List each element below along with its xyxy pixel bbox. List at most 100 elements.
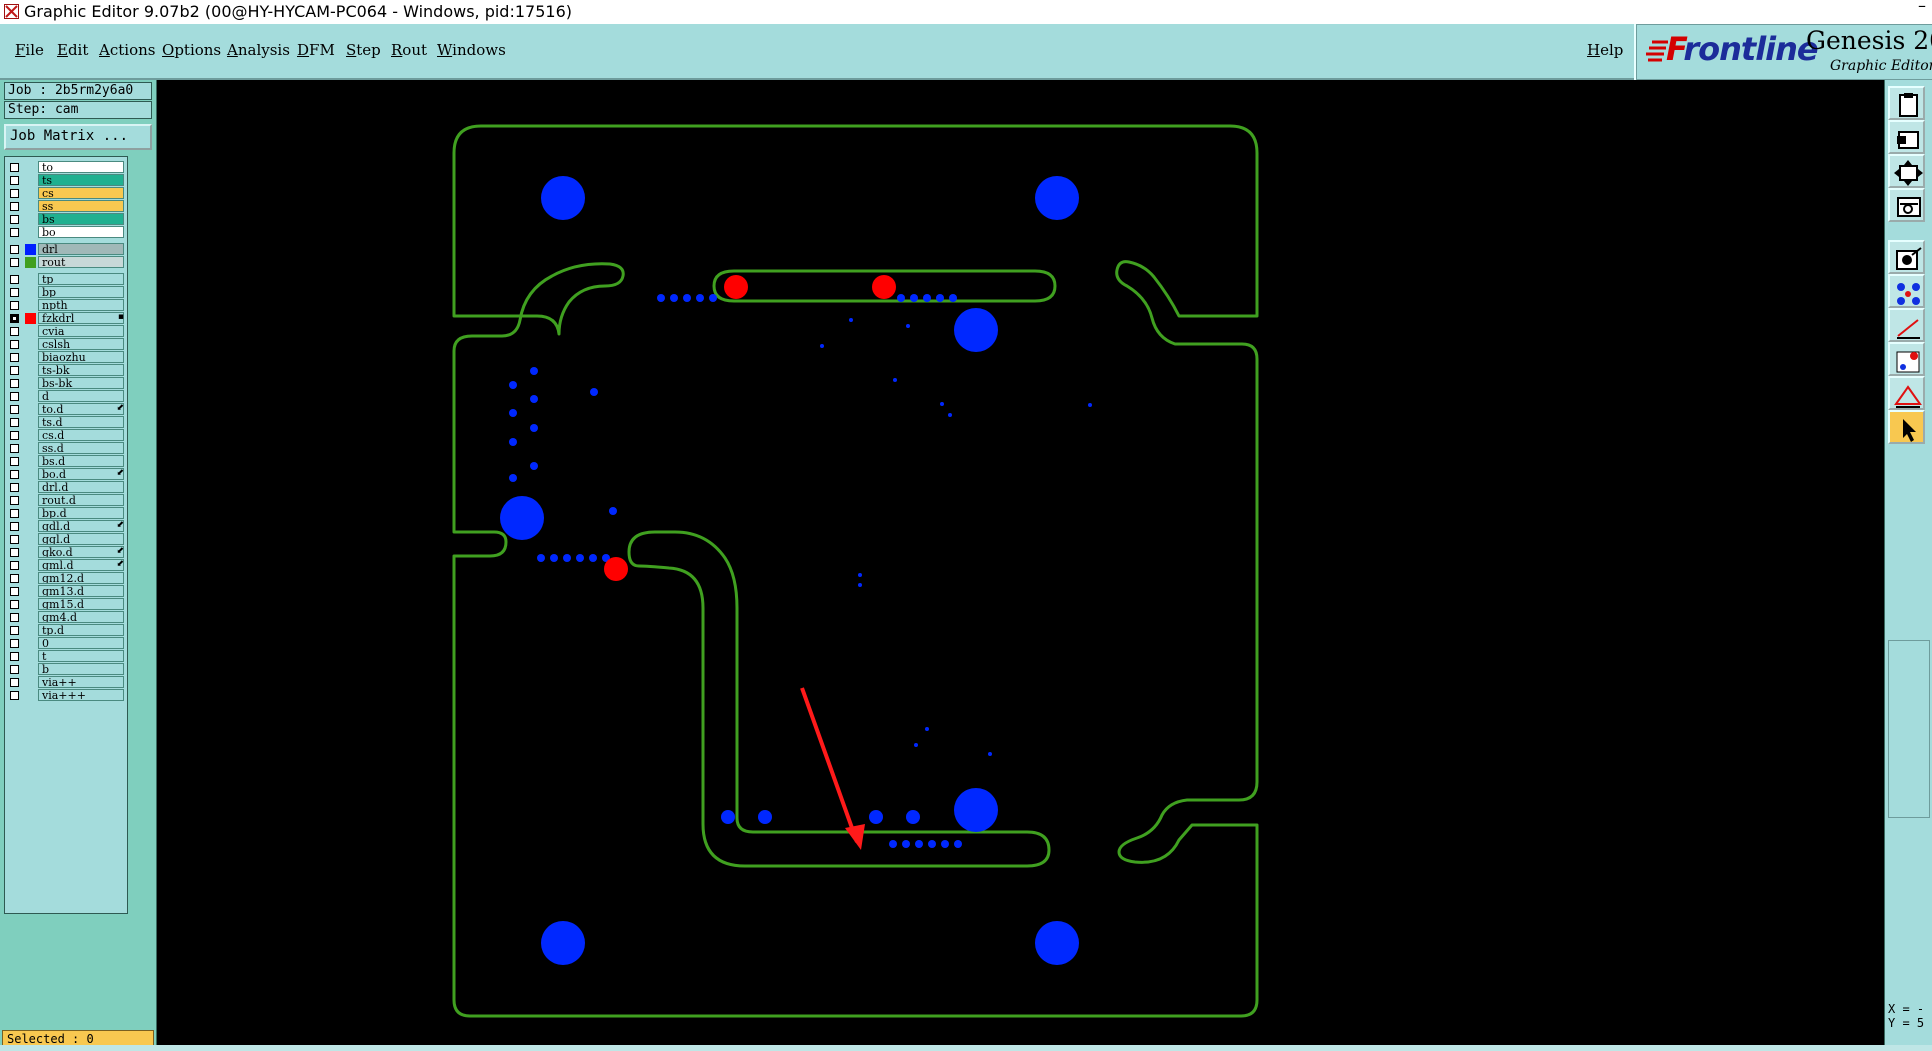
layer-checkbox[interactable]	[10, 327, 19, 336]
layer-checkbox[interactable]	[10, 626, 19, 635]
layer-name[interactable]: cvia	[38, 325, 124, 337]
layer-checkbox[interactable]	[10, 379, 19, 388]
layer-name[interactable]: ggl.d	[38, 533, 124, 545]
layer-checkbox[interactable]	[10, 457, 19, 466]
layer-row-t[interactable]: t	[8, 650, 128, 663]
tool-button-copy-layer[interactable]	[1888, 120, 1925, 154]
layer-row-to[interactable]: to	[8, 161, 128, 174]
menu-options[interactable]: Options	[162, 41, 221, 59]
layer-name[interactable]: to.d	[38, 403, 124, 415]
layer-row-ggl-d[interactable]: ggl.d	[8, 533, 128, 546]
layer-name[interactable]: cs	[38, 187, 124, 199]
menu-file[interactable]: File	[15, 41, 44, 59]
layer-name[interactable]: 0	[38, 637, 124, 649]
layer-checkbox[interactable]	[10, 483, 19, 492]
tool-button-measure[interactable]	[1888, 308, 1925, 342]
layer-checkbox[interactable]	[10, 496, 19, 505]
tool-button-nodes[interactable]	[1888, 274, 1925, 308]
layer-row-gml-d[interactable]: gml.d ⬋	[8, 559, 128, 572]
pcb-board-view[interactable]	[157, 80, 1883, 1045]
menu-edit[interactable]: Edit	[57, 41, 88, 59]
layer-name[interactable]: biaozhu	[38, 351, 124, 363]
layer-name[interactable]: d	[38, 390, 124, 402]
layer-row-bo-d[interactable]: bo.d ⬋	[8, 468, 128, 481]
layer-name[interactable]: gm15.d	[38, 598, 124, 610]
layer-checkbox[interactable]	[10, 639, 19, 648]
layer-name[interactable]: tp.d	[38, 624, 124, 636]
layer-checkbox[interactable]	[10, 574, 19, 583]
layer-row-biaozhu[interactable]: biaozhu	[8, 351, 128, 364]
layer-row-0[interactable]: 0	[8, 637, 128, 650]
layer-row-gm12-d[interactable]: gm12.d	[8, 572, 128, 585]
layer-checkbox[interactable]	[10, 431, 19, 440]
layer-checkbox[interactable]	[10, 215, 19, 224]
layer-checkbox[interactable]	[10, 678, 19, 687]
layer-row-ts[interactable]: ts	[8, 174, 128, 187]
layer-checkbox[interactable]	[10, 314, 19, 323]
layer-row-fzkdrl[interactable]: fzkdrl ▪	[8, 312, 128, 325]
layer-name[interactable]: rout	[38, 256, 124, 268]
layer-row-bp-d[interactable]: bp.d	[8, 507, 128, 520]
menu-step[interactable]: Step	[346, 41, 381, 59]
layer-checkbox[interactable]	[10, 691, 19, 700]
tool-button-triangle[interactable]	[1888, 376, 1925, 410]
layer-name[interactable]: gdl.d	[38, 520, 124, 532]
layer-row-ss-d[interactable]: ss.d	[8, 442, 128, 455]
layer-name[interactable]: b	[38, 663, 124, 675]
layer-checkbox[interactable]	[10, 301, 19, 310]
layer-row-gm15-d[interactable]: gm15.d	[8, 598, 128, 611]
layer-checkbox[interactable]	[10, 392, 19, 401]
layer-name[interactable]: npth	[38, 299, 124, 311]
layer-name[interactable]: drl.d	[38, 481, 124, 493]
layer-checkbox[interactable]	[10, 665, 19, 674]
layer-row-rout[interactable]: rout	[8, 256, 128, 269]
layer-name[interactable]: gm4.d	[38, 611, 124, 623]
minimize-button[interactable]: –	[1918, 0, 1926, 15]
layer-checkbox[interactable]	[10, 587, 19, 596]
layer-checkbox[interactable]	[10, 470, 19, 479]
layer-name[interactable]: gm12.d	[38, 572, 124, 584]
layer-checkbox[interactable]	[10, 163, 19, 172]
layer-row-gko-d[interactable]: gko.d ⬋	[8, 546, 128, 559]
menu-help[interactable]: Help	[1587, 41, 1623, 59]
graphic-canvas[interactable]	[157, 80, 1883, 1045]
tool-button-clipboard[interactable]	[1888, 86, 1925, 120]
tool-button-pointer[interactable]	[1888, 410, 1925, 444]
layer-checkbox[interactable]	[10, 202, 19, 211]
layer-name[interactable]: to	[38, 161, 124, 173]
layer-row-bs[interactable]: bs	[8, 213, 128, 226]
layer-row-npth[interactable]: npth	[8, 299, 128, 312]
layer-checkbox[interactable]	[10, 535, 19, 544]
layer-name[interactable]: bp	[38, 286, 124, 298]
job-matrix-button[interactable]: Job Matrix ...	[4, 124, 152, 150]
layer-row-bs-d[interactable]: bs.d	[8, 455, 128, 468]
layer-row-bp[interactable]: bp	[8, 286, 128, 299]
layer-name[interactable]: fzkdrl	[38, 312, 124, 324]
layer-row-cvia[interactable]: cvia	[8, 325, 128, 338]
layer-row-bs-bk[interactable]: bs-bk	[8, 377, 128, 390]
layer-name[interactable]: ss	[38, 200, 124, 212]
tool-button-target[interactable]	[1888, 240, 1925, 274]
layer-checkbox[interactable]	[10, 275, 19, 284]
layer-checkbox[interactable]	[10, 418, 19, 427]
menu-analysis[interactable]: Analysis	[227, 41, 290, 59]
layer-checkbox[interactable]	[10, 405, 19, 414]
layer-name[interactable]: bs	[38, 213, 124, 225]
layer-name[interactable]: ts	[38, 174, 124, 186]
tool-button-stack[interactable]	[1888, 188, 1925, 222]
layer-checkbox[interactable]	[10, 548, 19, 557]
layer-checkbox[interactable]	[10, 245, 19, 254]
layer-name[interactable]: ts.d	[38, 416, 124, 428]
menu-rout[interactable]: Rout	[391, 41, 427, 59]
layer-row-b[interactable]: b	[8, 663, 128, 676]
layer-row-cslsh[interactable]: cslsh	[8, 338, 128, 351]
layer-checkbox[interactable]	[10, 288, 19, 297]
menu-actions[interactable]: Actions	[99, 41, 155, 59]
layer-checkbox[interactable]	[10, 176, 19, 185]
layer-name[interactable]: via+++	[38, 689, 124, 701]
layer-checkbox[interactable]	[10, 444, 19, 453]
layer-row-rout-d[interactable]: rout.d	[8, 494, 128, 507]
layer-name[interactable]: ts-bk	[38, 364, 124, 376]
layer-row-tp[interactable]: tp	[8, 273, 128, 286]
layer-row-to-d[interactable]: to.d ⬋	[8, 403, 128, 416]
